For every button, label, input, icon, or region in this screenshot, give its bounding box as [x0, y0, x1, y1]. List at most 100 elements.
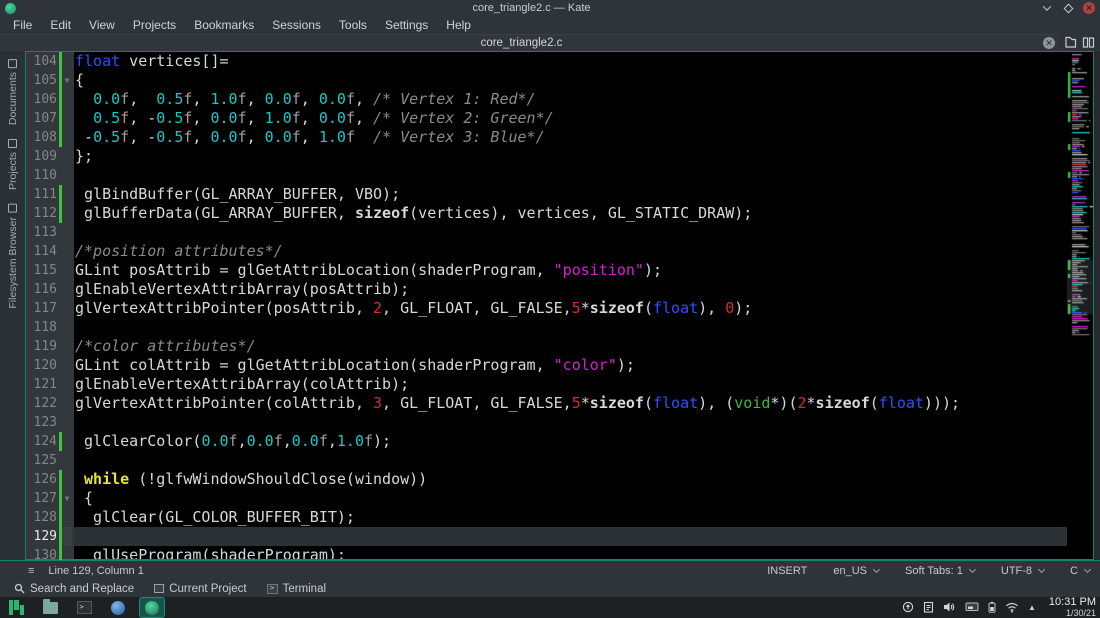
code-line-130[interactable]: glUseProgram(shaderProgram); [74, 546, 1067, 559]
code-line-129[interactable] [74, 527, 1067, 546]
line-number[interactable]: 129 [26, 529, 59, 544]
line-number[interactable]: 123 [26, 415, 59, 430]
line-number[interactable]: 115 [26, 263, 59, 278]
tab-close-icon[interactable]: ✕ [1043, 37, 1055, 49]
manjaro-menu-button[interactable] [4, 598, 28, 617]
line-number[interactable]: 119 [26, 339, 59, 354]
wifi-icon[interactable] [1005, 602, 1019, 613]
menu-edit[interactable]: Edit [41, 18, 80, 32]
line-number[interactable]: 125 [26, 453, 59, 468]
new-document-icon[interactable] [1064, 36, 1077, 49]
menu-projects[interactable]: Projects [124, 18, 185, 32]
status-c[interactable]: C [1070, 565, 1090, 577]
code-line-106[interactable]: 0.0f, 0.5f, 1.0f, 0.0f, 0.0f, /* Vertex … [74, 90, 1067, 109]
status-utf-8[interactable]: UTF-8 [1001, 565, 1044, 577]
line-number[interactable]: 105 [26, 73, 59, 88]
line-number[interactable]: 121 [26, 377, 59, 392]
line-number[interactable]: 107 [26, 111, 59, 126]
menu-sessions[interactable]: Sessions [263, 18, 330, 32]
line-number[interactable]: 127 [26, 491, 59, 506]
status-en-us[interactable]: en_US [833, 565, 879, 577]
code-line-121[interactable]: glEnableVertexAttribArray(colAttrib); [74, 375, 1067, 394]
line-number[interactable]: 110 [26, 168, 59, 183]
volume-icon[interactable] [943, 601, 956, 613]
file-manager-launcher[interactable] [38, 598, 62, 617]
code-line-120[interactable]: GLint colAttrib = glGetAttribLocation(sh… [74, 356, 1067, 375]
menu-help[interactable]: Help [437, 18, 480, 32]
line-number[interactable]: 111 [26, 187, 59, 202]
line-number[interactable]: 108 [26, 130, 59, 145]
code-line-110[interactable] [74, 166, 1067, 185]
code-line-109[interactable]: }; [74, 147, 1067, 166]
code-line-127[interactable]: { [74, 489, 1067, 508]
clock[interactable]: 10:31 PM 1/30/21 [1049, 597, 1096, 618]
code-line-117[interactable]: glVertexAttribPointer(posAttrib, 2, GL_F… [74, 299, 1067, 318]
fold-column [62, 394, 72, 413]
terminal-launcher[interactable]: > [72, 598, 96, 617]
maximize-button[interactable] [1062, 2, 1074, 14]
menu-settings[interactable]: Settings [376, 18, 437, 32]
browser-launcher[interactable] [106, 598, 130, 617]
code-line-108[interactable]: -0.5f, -0.5f, 0.0f, 0.0f, 1.0f /* Vertex… [74, 128, 1067, 147]
line-number[interactable]: 112 [26, 206, 59, 221]
line-number[interactable]: 124 [26, 434, 59, 449]
minimize-button[interactable] [1041, 2, 1053, 14]
code-area[interactable]: float vertices[]={ 0.0f, 0.5f, 1.0f, 0.0… [74, 52, 1067, 559]
display-indicator-icon[interactable] [965, 601, 979, 613]
sidebar-tab-projects[interactable]: Projects [7, 139, 19, 190]
code-line-104[interactable]: float vertices[]= [74, 52, 1067, 71]
line-number[interactable]: 120 [26, 358, 59, 373]
fold-arrow-icon[interactable]: ▼ [62, 489, 72, 508]
battery-icon[interactable] [988, 601, 996, 613]
line-number[interactable]: 113 [26, 225, 59, 240]
terminal-button[interactable]: > Terminal [259, 580, 334, 597]
line-number[interactable]: 118 [26, 320, 59, 335]
code-line-125[interactable] [74, 451, 1067, 470]
gutter-row: 106 [26, 90, 74, 109]
line-number[interactable]: 126 [26, 472, 59, 487]
code-line-122[interactable]: glVertexAttribPointer(colAttrib, 3, GL_F… [74, 394, 1067, 413]
status-insert[interactable]: INSERT [767, 565, 807, 577]
code-line-115[interactable]: GLint posAttrib = glGetAttribLocation(sh… [74, 261, 1067, 280]
kate-taskbar-button[interactable] [140, 598, 164, 617]
code-line-126[interactable]: while (!glfwWindowShouldClose(window)) [74, 470, 1067, 489]
close-button[interactable]: ✕ [1083, 2, 1095, 14]
split-view-icon[interactable] [1082, 36, 1095, 49]
code-line-124[interactable]: glClearColor(0.0f,0.0f,0.0f,1.0f); [74, 432, 1067, 451]
line-number[interactable]: 109 [26, 149, 59, 164]
code-line-116[interactable]: glEnableVertexAttribArray(posAttrib); [74, 280, 1067, 299]
fold-arrow-icon[interactable]: ▼ [62, 71, 72, 90]
code-line-119[interactable]: /*color attributes*/ [74, 337, 1067, 356]
code-line-107[interactable]: 0.5f, -0.5f, 0.0f, 1.0f, 0.0f, /* Vertex… [74, 109, 1067, 128]
sidebar-tab-documents[interactable]: Documents [7, 59, 19, 125]
line-number[interactable]: 122 [26, 396, 59, 411]
code-line-123[interactable] [74, 413, 1067, 432]
menu-file[interactable]: File [4, 18, 41, 32]
tab-core-triangle2[interactable]: core_triangle2.c ✕ [0, 34, 1059, 51]
code-line-111[interactable]: glBindBuffer(GL_ARRAY_BUFFER, VBO); [74, 185, 1067, 204]
search-and-replace-button[interactable]: Search and Replace [6, 580, 142, 597]
sidebar-tab-filesystem-browser[interactable]: Filesystem Browser [7, 204, 19, 309]
code-line-112[interactable]: glBufferData(GL_ARRAY_BUFFER, sizeof(ver… [74, 204, 1067, 223]
tray-expand-caret[interactable]: ▲ [1028, 603, 1036, 612]
menu-tools[interactable]: Tools [330, 18, 376, 32]
code-line-113[interactable] [74, 223, 1067, 242]
line-number[interactable]: 106 [26, 92, 59, 107]
line-number[interactable]: 128 [26, 510, 59, 525]
line-number[interactable]: 114 [26, 244, 59, 259]
menu-bookmarks[interactable]: Bookmarks [185, 18, 263, 32]
line-number[interactable]: 104 [26, 54, 59, 69]
code-line-128[interactable]: glClear(GL_COLOR_BUFFER_BIT); [74, 508, 1067, 527]
status-soft-tabs-1[interactable]: Soft Tabs: 1 [905, 565, 975, 577]
code-line-118[interactable] [74, 318, 1067, 337]
current-project-button[interactable]: Current Project [146, 580, 254, 597]
updates-icon[interactable] [902, 601, 914, 613]
menu-view[interactable]: View [80, 18, 124, 32]
clipboard-icon[interactable] [923, 601, 934, 613]
code-line-114[interactable]: /*position attributes*/ [74, 242, 1067, 261]
window-title: core_triangle2.c — Kate [22, 2, 1041, 14]
minimap-scrollbar[interactable] [1067, 52, 1093, 559]
line-number[interactable]: 117 [26, 301, 59, 316]
code-line-105[interactable]: { [74, 71, 1067, 90]
line-number[interactable]: 116 [26, 282, 59, 297]
